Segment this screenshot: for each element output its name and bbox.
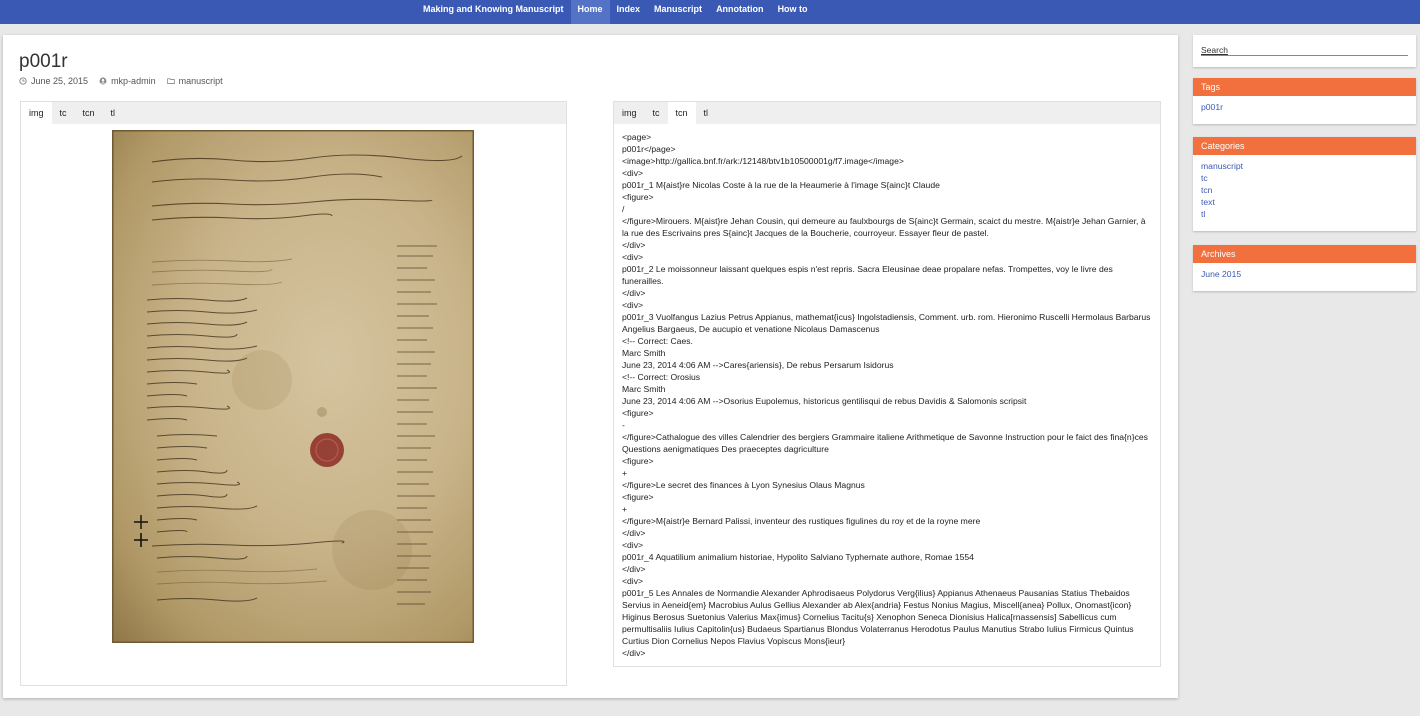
archive-link[interactable]: June 2015 (1201, 268, 1408, 280)
transcription-line: + (622, 504, 628, 514)
category-link-tc[interactable]: tc (1201, 172, 1408, 184)
archives-heading: Archives (1193, 245, 1416, 263)
transcription-line: </figure>Cathalogue des villes Calendrie… (622, 432, 1151, 454)
transcription-line: </figure>Mirouers. M{aist}re Jehan Cousi… (622, 216, 1148, 238)
transcription-line: </figure>Le secret des finances à Lyon S… (622, 480, 865, 490)
transcription-line: <div> (622, 168, 644, 178)
transcription-line: <figure> (622, 408, 654, 418)
image-panel: img tc tcn tl (20, 101, 567, 686)
transcription-line: <figure> (622, 492, 654, 502)
nav-index[interactable]: Index (610, 0, 648, 24)
transcription-line: p001r_2 Le moissonneur laissant quelques… (622, 264, 1116, 286)
clock-icon (19, 77, 27, 85)
tab-tl[interactable]: tl (696, 102, 717, 124)
categories-widget: Categories manuscript tc tcn text tl (1193, 137, 1416, 231)
user-icon (99, 77, 107, 85)
transcription-line: </div> (622, 648, 646, 658)
transcription-line: / (622, 204, 625, 214)
transcription-text: <page> p001r</page> <image>http://gallica.… (622, 131, 1152, 659)
tab-tl[interactable]: tl (103, 102, 124, 124)
tags-widget: Tags p001r (1193, 78, 1416, 124)
search-widget (1193, 35, 1416, 67)
tags-list: p001r (1193, 96, 1416, 119)
transcription-line: p001r_4 Aquatilium animalium historiae, … (622, 552, 974, 562)
transcription-line: <!-- Correct: Orosius (622, 372, 701, 382)
tab-img[interactable]: img (614, 102, 645, 124)
transcription-panel: img tc tcn tl <page> p001r</page> <image>h… (613, 101, 1161, 667)
search-input[interactable] (1201, 44, 1408, 56)
transcription-panel-tabs: img tc tcn tl (614, 102, 1160, 124)
transcription-line: p001r_5 Les Annales de Normandie Alexand… (622, 588, 1136, 646)
transcription-line: <image>http://gallica.bnf.fr/ark:/12148/… (622, 156, 904, 166)
transcription-line: <page> (622, 132, 652, 142)
post-author: mkp-admin (99, 76, 156, 86)
folder-icon (166, 78, 175, 84)
archives-list: June 2015 (1193, 263, 1416, 286)
post-meta: June 25, 2015 mkp-admin manuscript (19, 76, 234, 86)
transcription-line: - (622, 420, 625, 430)
nav-home[interactable]: Home (570, 0, 610, 24)
nav-menu: Making and Knowing Manuscript Home Index… (416, 0, 815, 24)
nav-how-to[interactable]: How to (771, 0, 815, 24)
transcription-line: <!-- Correct: Caes. (622, 336, 693, 346)
post-category-link[interactable]: manuscript (179, 76, 223, 86)
transcription-line: Marc Smith (622, 384, 666, 394)
transcription-line: <div> (622, 576, 644, 586)
tag-link[interactable]: p001r (1201, 101, 1408, 113)
image-panel-tabs: img tc tcn tl (21, 102, 566, 124)
nav-site-title[interactable]: Making and Knowing Manuscript (416, 0, 571, 24)
nav-annotation[interactable]: Annotation (709, 0, 771, 24)
category-link-tl[interactable]: tl (1201, 208, 1408, 220)
transcription-line: Marc Smith (622, 348, 666, 358)
transcription-line: June 23, 2014 4:06 AM -->Osorius Eupolem… (622, 396, 1027, 406)
post-category: manuscript (166, 76, 223, 86)
tab-tcn[interactable]: tcn (667, 102, 696, 124)
transcription-line: <figure> (622, 192, 654, 202)
transcription-line: p001r</page> (622, 144, 676, 154)
tab-tc[interactable]: tc (645, 102, 668, 124)
tab-img[interactable]: img (21, 102, 52, 124)
tab-tc[interactable]: tc (52, 102, 75, 124)
post-author-link[interactable]: mkp-admin (111, 76, 156, 86)
page-title: p001r (19, 51, 68, 72)
transcription-line: </div> (622, 288, 646, 298)
tab-tcn[interactable]: tcn (75, 102, 103, 124)
transcription-line: p001r_1 M{aist}re Nicolas Coste à la rue… (622, 180, 940, 190)
manuscript-page-image (112, 130, 474, 643)
nav-manuscript[interactable]: Manuscript (647, 0, 709, 24)
tags-heading: Tags (1193, 78, 1416, 96)
categories-list: manuscript tc tcn text tl (1193, 155, 1416, 226)
transcription-line: </div> (622, 528, 646, 538)
archives-widget: Archives June 2015 (1193, 245, 1416, 291)
categories-heading: Categories (1193, 137, 1416, 155)
transcription-line: <figure> (622, 456, 654, 466)
transcription-line: June 23, 2014 4:06 AM -->Cares{ariensis}… (622, 360, 894, 370)
transcription-line: </div> (622, 240, 646, 250)
category-link-tcn[interactable]: tcn (1201, 184, 1408, 196)
transcription-line: p001r_3 Vuolfangus Lazius Petrus Appianu… (622, 312, 1153, 334)
top-navbar: Making and Knowing Manuscript Home Index… (0, 0, 1420, 24)
post-card: p001r June 25, 2015 mkp-admin manuscript… (3, 35, 1178, 698)
transcription-line: <div> (622, 300, 644, 310)
transcription-line: <div> (622, 252, 644, 262)
transcription-line: <div> (622, 540, 644, 550)
transcription-line: </figure>M{aistr}e Bernard Palissi, inve… (622, 516, 981, 526)
category-link-manuscript[interactable]: manuscript (1201, 160, 1408, 172)
category-link-text[interactable]: text (1201, 196, 1408, 208)
transcription-line: </div> (622, 564, 646, 574)
transcription-line: + (622, 468, 628, 478)
post-date: June 25, 2015 (19, 76, 88, 86)
post-date-text: June 25, 2015 (31, 76, 89, 86)
